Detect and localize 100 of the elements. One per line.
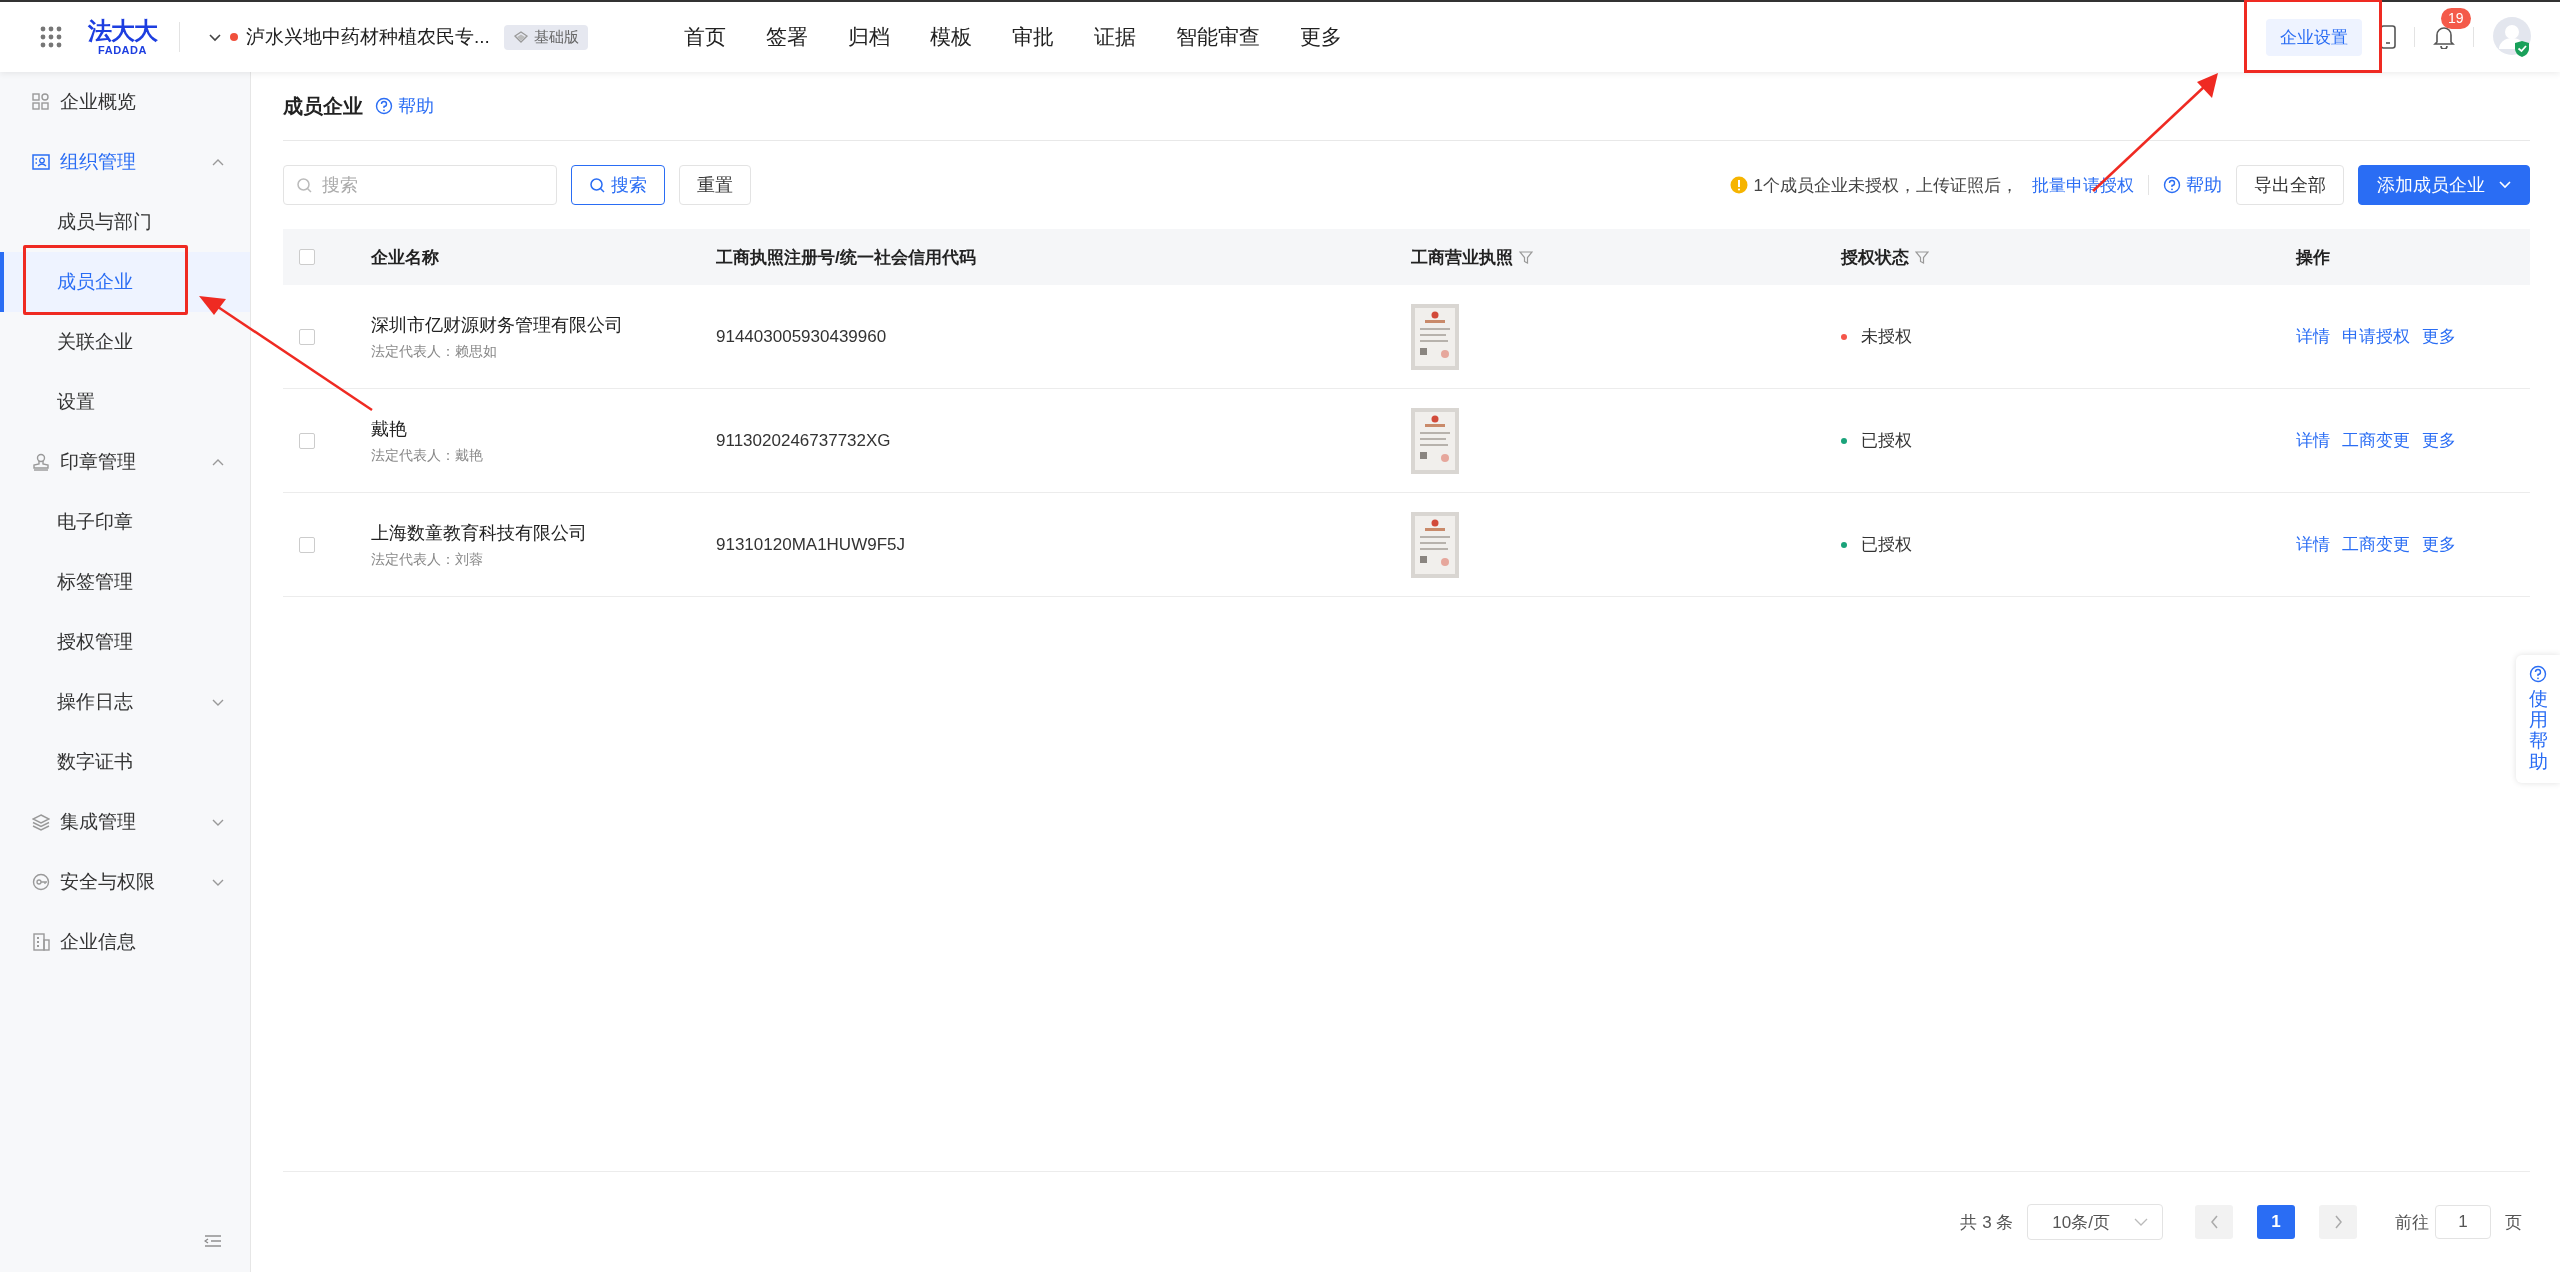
checkbox[interactable] <box>299 536 315 553</box>
sidebar-group[interactable]: 企业概览 <box>0 72 250 132</box>
add-member-button[interactable]: 添加成员企业 <box>2358 165 2530 205</box>
nav-link[interactable]: 更多 <box>1299 23 1342 51</box>
search-icon <box>589 177 605 193</box>
help-icon <box>2529 665 2547 683</box>
edition-badge: 基础版 <box>503 24 588 50</box>
action-link[interactable]: 更多 <box>2422 533 2456 556</box>
chevron-down-icon <box>208 31 222 43</box>
next-page-button[interactable] <box>2319 1205 2357 1239</box>
chevron-down-icon <box>212 877 224 887</box>
collapse-icon[interactable] <box>204 1234 222 1248</box>
help-icon <box>375 97 393 115</box>
search-button[interactable]: 搜索 <box>571 165 665 205</box>
checkbox[interactable] <box>299 249 315 265</box>
stamp-icon <box>32 453 50 471</box>
notice-text: 1个成员企业未授权，上传证照后， <box>1753 174 2018 197</box>
nav-link[interactable]: 智能审查 <box>1175 23 1260 51</box>
column-header: 工商执照注册号/统一社会信用代码 <box>716 246 976 269</box>
company-name: 上海数童教育科技有限公司 <box>371 521 587 545</box>
help-icon <box>2163 176 2181 194</box>
action-link[interactable]: 申请授权 <box>2342 325 2410 348</box>
table-cell: 9113020246737732XG <box>716 430 891 451</box>
column-header: 工商营业执照 <box>1411 246 1513 269</box>
status-text: 已授权 <box>1861 430 1912 452</box>
action-link[interactable]: 详情 <box>2296 429 2330 452</box>
total-count: 共 3 条 <box>1960 1211 2014 1234</box>
sidebar-item[interactable]: 成员与部门 <box>0 192 250 252</box>
sidebar-group[interactable]: 安全与权限 <box>0 852 250 912</box>
help-link[interactable]: 帮助 <box>2163 173 2222 197</box>
action-link[interactable]: 详情 <box>2296 533 2330 556</box>
legal-representative: 法定代表人：刘蓉 <box>371 550 483 569</box>
chevron-down-icon <box>2499 181 2511 189</box>
nav-link[interactable]: 模板 <box>929 23 972 51</box>
bell-icon <box>2433 25 2455 49</box>
settings-button[interactable]: 企业设置 <box>2266 18 2362 56</box>
layers-icon <box>32 813 50 831</box>
nav-link[interactable]: 首页 <box>683 23 726 51</box>
id-card-icon <box>32 153 50 171</box>
page-unit: 页 <box>2505 1211 2522 1234</box>
goto-label: 前往 <box>2395 1211 2429 1234</box>
column-header: 企业名称 <box>371 246 439 269</box>
sidebar-item[interactable]: 设置 <box>0 372 250 432</box>
phone-icon <box>2380 25 2396 49</box>
apps-icon[interactable] <box>40 26 62 48</box>
page-input[interactable]: 1 <box>2435 1205 2491 1239</box>
chevron-up-icon <box>212 457 224 467</box>
company-status-dot <box>230 33 238 41</box>
chevron-down-icon <box>2134 1217 2148 1227</box>
page-number[interactable]: 1 <box>2257 1205 2295 1239</box>
logo: 法大大 FADADA <box>88 18 157 56</box>
warning-icon <box>1729 176 1748 194</box>
avatar-icon <box>2492 16 2532 58</box>
nav-link[interactable]: 证据 <box>1093 23 1136 51</box>
action-link[interactable]: 更多 <box>2422 429 2456 452</box>
sidebar-item[interactable]: 电子印章 <box>0 492 250 552</box>
nav-link[interactable]: 归档 <box>847 23 890 51</box>
chevron-right-icon <box>2333 1215 2343 1229</box>
action-link[interactable]: 工商变更 <box>2342 429 2410 452</box>
help-tab[interactable]: 使用帮助 <box>2516 655 2560 783</box>
nav-link[interactable]: 审批 <box>1011 23 1054 51</box>
chevron-down-icon <box>212 817 224 827</box>
sidebar-group[interactable]: 集成管理 <box>0 792 250 852</box>
search-field[interactable]: 搜索 <box>283 165 557 205</box>
column-header: 操作 <box>2296 246 2330 269</box>
checkbox[interactable] <box>299 432 315 449</box>
previous-page-button[interactable] <box>2195 1205 2233 1239</box>
notification-count: 19 <box>2441 8 2471 29</box>
action-link[interactable]: 更多 <box>2422 325 2456 348</box>
filter-icon[interactable] <box>1915 250 1929 264</box>
sidebar-group[interactable]: 企业信息 <box>0 912 250 972</box>
building-icon <box>32 933 50 951</box>
page-size-select[interactable]: 10条/页 <box>2027 1204 2163 1240</box>
sidebar-group[interactable]: 印章管理 <box>0 432 250 492</box>
diamond-icon <box>512 31 529 43</box>
status-text: 已授权 <box>1861 534 1912 556</box>
filter-icon[interactable] <box>1519 250 1533 264</box>
action-link[interactable]: 工商变更 <box>2342 533 2410 556</box>
sidebar-item[interactable]: 成员企业 <box>0 252 250 312</box>
action-link[interactable]: 详情 <box>2296 325 2330 348</box>
checkbox[interactable] <box>299 328 315 345</box>
table-cell: 91310120MA1HUW9F5J <box>716 534 905 555</box>
sidebar-item[interactable]: 授权管理 <box>0 612 250 672</box>
nav-link[interactable]: 签署 <box>765 23 808 51</box>
search-icon <box>296 177 312 193</box>
company-name: 深圳市亿财源财务管理有限公司 <box>371 313 623 337</box>
sidebar-group[interactable]: 组织管理 <box>0 132 250 192</box>
sidebar-item[interactable]: 数字证书 <box>0 732 250 792</box>
sidebar-item[interactable]: 关联企业 <box>0 312 250 372</box>
export-button[interactable]: 导出全部 <box>2236 165 2344 205</box>
chevron-left-icon <box>2209 1215 2219 1229</box>
key-icon <box>32 873 50 891</box>
help-link[interactable]: 帮助 <box>375 94 434 118</box>
company-switcher[interactable]: 泸水兴地中药材种植农民专... <box>208 24 490 50</box>
column-header: 授权状态 <box>1841 246 1909 269</box>
sidebar-item[interactable]: 标签管理 <box>0 552 250 612</box>
legal-representative: 法定代表人：赖思如 <box>371 342 497 361</box>
sidebar-item[interactable]: 操作日志 <box>0 672 250 732</box>
reset-button[interactable]: 重置 <box>679 165 751 205</box>
page-title: 成员企业 <box>283 93 363 119</box>
